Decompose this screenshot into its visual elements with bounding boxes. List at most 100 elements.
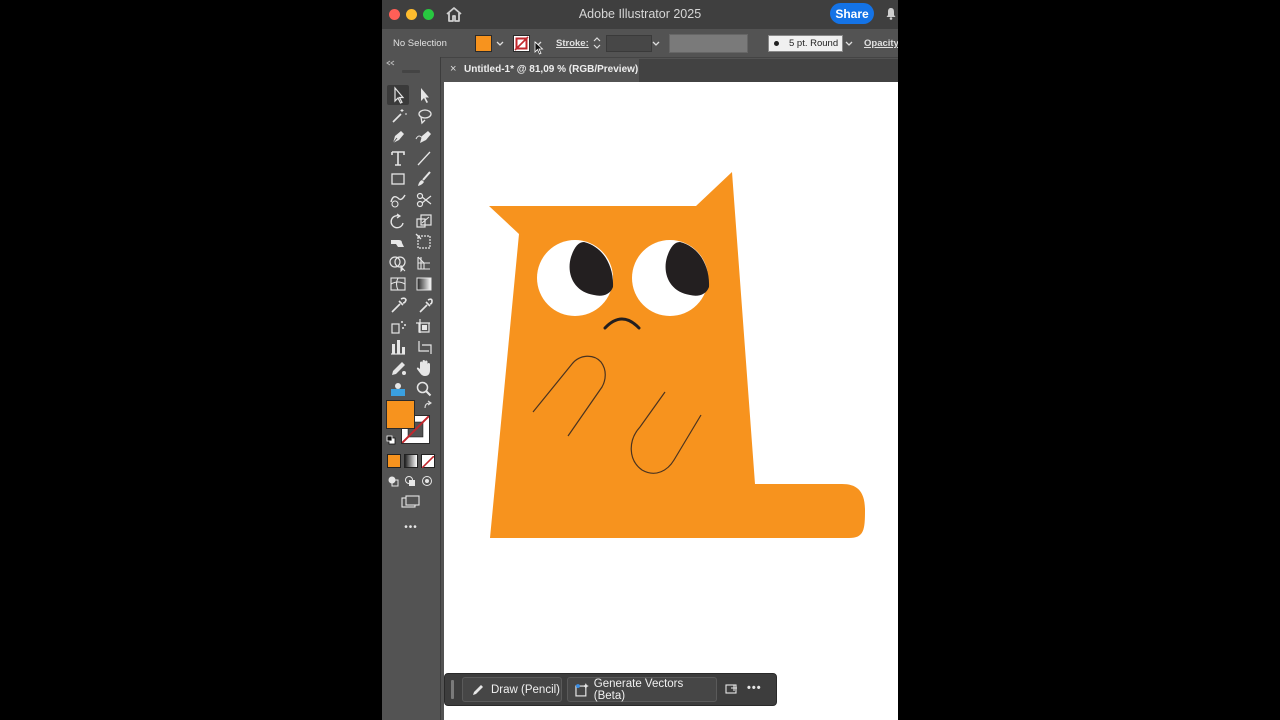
lasso-icon <box>418 109 432 125</box>
type-t-icon <box>391 151 405 166</box>
brush-dot-icon <box>774 41 779 46</box>
line-segment-tool[interactable] <box>413 148 435 168</box>
gradient-mode-button[interactable] <box>404 454 418 468</box>
symbol-sprayer-tool[interactable] <box>387 316 409 336</box>
gradient-tool[interactable] <box>413 274 435 294</box>
paintbrush-icon <box>418 171 431 186</box>
default-fill-stroke-icon[interactable] <box>386 435 396 445</box>
scissors-icon <box>416 192 432 208</box>
stroke-weight-dropdown-icon[interactable] <box>652 41 660 47</box>
document-tab[interactable]: × Untitled-1* @ 81,09 % (RGB/Preview) <box>444 59 639 82</box>
zoom-tool[interactable] <box>413 379 435 399</box>
taskbar-grip[interactable] <box>451 680 454 699</box>
brush-definition-select[interactable]: 5 pt. Round <box>768 35 843 52</box>
selection-status: No Selection <box>393 38 447 49</box>
perspective-grid-tool[interactable] <box>413 253 435 273</box>
none-mode-button[interactable] <box>421 454 435 469</box>
pin-taskbar-icon[interactable] <box>725 683 739 695</box>
share-button[interactable]: Share <box>830 3 874 24</box>
selection-tool[interactable] <box>387 85 409 105</box>
collapse-panel-icon[interactable] <box>385 60 395 66</box>
draw-inside-icon[interactable] <box>421 475 433 487</box>
zoom-icon <box>416 381 432 397</box>
free-transform-icon <box>415 233 431 249</box>
swap-fill-stroke-icon[interactable] <box>422 400 434 412</box>
slice-tool[interactable] <box>413 337 435 357</box>
app-title: Adobe Illustrator 2025 <box>578 7 702 21</box>
color-mode-button[interactable] <box>387 454 401 468</box>
pencil-icon <box>392 362 406 375</box>
draw-normal-icon[interactable] <box>387 475 399 487</box>
puppet-warp-tool[interactable] <box>387 379 409 399</box>
curvature-tool[interactable] <box>413 127 435 147</box>
mesh-tool[interactable] <box>387 274 409 294</box>
pen-tool[interactable] <box>387 127 409 147</box>
blend-tool[interactable] <box>413 295 435 315</box>
document-tab-title: Untitled-1* @ 81,09 % (RGB/Preview) <box>464 64 639 75</box>
rectangle-tool[interactable] <box>387 169 409 189</box>
scale-tool[interactable] <box>413 211 435 231</box>
paintbrush-tool[interactable] <box>413 169 435 189</box>
screen-mode-icon[interactable] <box>401 495 421 509</box>
scissors-tool[interactable] <box>413 190 435 210</box>
stroke-weight-field[interactable] <box>606 35 652 52</box>
shape-builder-tool[interactable] <box>387 253 409 273</box>
column-graph-tool[interactable] <box>387 337 409 357</box>
line-segment-icon <box>417 151 431 166</box>
artboard-icon <box>416 319 430 333</box>
no-stroke-icon <box>514 36 529 51</box>
pen-icon <box>392 131 404 144</box>
direct-selection-tool[interactable] <box>413 85 435 105</box>
draw-behind-icon[interactable] <box>404 475 416 487</box>
fill-swatch[interactable] <box>475 35 492 52</box>
lasso-tool[interactable] <box>413 106 435 126</box>
gradient-icon <box>416 277 432 291</box>
none-slash-icon <box>421 455 435 469</box>
free-transform-tool[interactable] <box>413 232 435 252</box>
generate-vectors-icon <box>575 682 589 697</box>
bell-icon[interactable] <box>885 7 897 20</box>
fill-dropdown-icon[interactable] <box>496 41 504 47</box>
warp-tool[interactable] <box>387 232 409 252</box>
magic-wand-icon <box>392 109 407 123</box>
generate-vectors-label: Generate Vectors (Beta) <box>593 677 684 702</box>
warp-finger-icon <box>391 240 404 247</box>
perspective-grid-icon <box>417 256 430 270</box>
puppet-warp-icon <box>391 383 405 396</box>
edit-toolbar-button[interactable]: ••• <box>382 522 440 533</box>
cat-artwork[interactable] <box>444 82 898 720</box>
variable-width-profile[interactable] <box>669 34 748 53</box>
eyedropper-tool[interactable] <box>387 295 409 315</box>
blend-dropper-icon <box>419 298 433 313</box>
contextual-task-bar: Draw (Pencil) Generate Vectors (Beta) ••… <box>444 673 777 706</box>
type-tool[interactable] <box>387 148 409 168</box>
symbol-sprayer-icon <box>391 321 406 334</box>
cursor-pointer-icon <box>534 41 544 55</box>
close-tab-icon[interactable]: × <box>450 63 456 75</box>
rectangle-icon <box>391 173 405 185</box>
brush-dropdown-icon[interactable] <box>845 41 853 47</box>
panel-grip[interactable] <box>402 70 420 73</box>
stroke-swatch[interactable] <box>513 35 530 52</box>
magic-wand-tool[interactable] <box>387 106 409 126</box>
opacity-label[interactable]: Opacity <box>864 38 898 49</box>
shaper-tool[interactable] <box>387 190 409 210</box>
hand-tool[interactable] <box>413 358 435 378</box>
rotate-tool[interactable] <box>387 211 409 231</box>
stroke-label[interactable]: Stroke: <box>556 38 589 49</box>
shape-builder-icon <box>389 256 406 273</box>
draw-pencil-button[interactable]: Draw (Pencil) <box>462 677 562 702</box>
fill-color-box[interactable] <box>386 400 415 429</box>
pencil-tool[interactable] <box>387 358 409 378</box>
generate-vectors-button[interactable]: Generate Vectors (Beta) <box>567 677 717 702</box>
hand-icon <box>416 360 430 376</box>
pencil-icon <box>473 684 483 695</box>
more-options-button[interactable]: ••• <box>747 682 762 694</box>
stroke-weight-stepper[interactable] <box>592 35 602 51</box>
illustrator-window: Adobe Illustrator 2025 Share No Selectio… <box>382 0 898 720</box>
artboard-canvas[interactable] <box>444 82 898 720</box>
artboard-tool[interactable] <box>413 316 435 336</box>
cat-body[interactable] <box>489 172 865 538</box>
title-bar: Adobe Illustrator 2025 Share <box>382 0 898 29</box>
direct-selection-arrow-icon <box>421 88 429 103</box>
